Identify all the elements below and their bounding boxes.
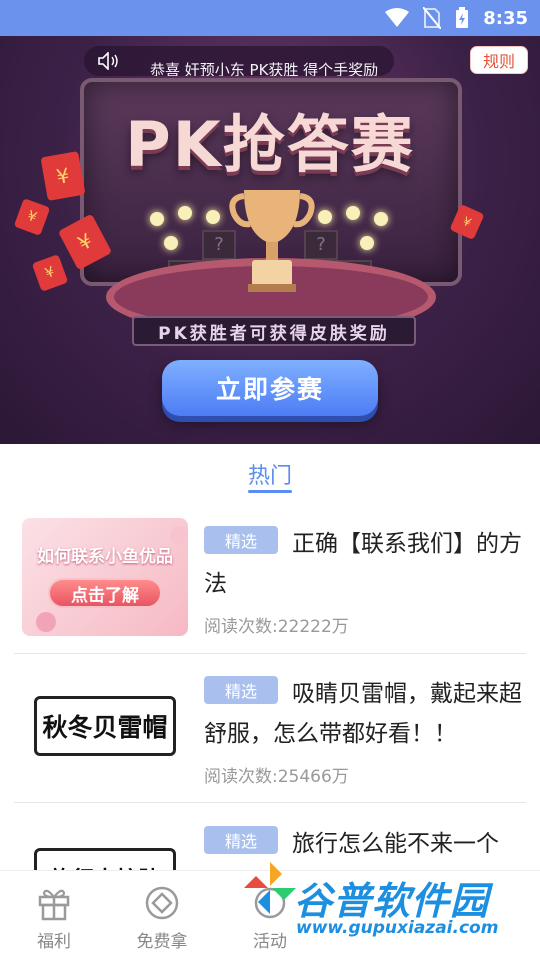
- thumbnail-cta: 点击了解: [48, 578, 162, 608]
- watermark-logo-icon: [244, 862, 296, 914]
- pk-quiz-banner[interactable]: 恭喜 奸预小东 PK获胜 得个手奖励 规则 PK抢答赛 ? ? ? ? ? ? …: [0, 36, 540, 444]
- watermark-url: www.gupuxiazai.com: [296, 918, 499, 938]
- decor-ball: [36, 612, 56, 632]
- speaker-icon: [98, 52, 118, 70]
- ticker-text: 恭喜 奸预小东 PK获胜 得个手奖励: [150, 60, 379, 77]
- article-title: 吸睛贝雷帽，戴起来超舒服，怎么带都好看！！: [204, 681, 522, 747]
- nav-item-welfare[interactable]: 福利: [0, 871, 108, 960]
- no-sim-icon: [423, 7, 442, 29]
- gift-icon: [38, 889, 70, 921]
- watermark-text: 谷普软件园: [294, 879, 490, 923]
- nav-item-free[interactable]: 免费拿: [108, 871, 216, 960]
- decor-ball: [170, 526, 188, 544]
- article-item[interactable]: 如何联系小鱼优品 点击了解 精选 正确【联系我们】的方法 阅读次数:22222万: [22, 518, 522, 640]
- status-time: 8:35: [483, 7, 528, 29]
- status-icons: 8:35: [385, 0, 528, 36]
- divider: [14, 653, 526, 654]
- divider: [14, 802, 526, 803]
- nav-label: 免费拿: [136, 932, 188, 952]
- article-item[interactable]: 秋冬贝雷帽 精选 吸睛贝雷帽，戴起来超舒服，怎么带都好看！！ 阅读次数:2546…: [22, 668, 522, 790]
- read-count: 阅读次数:25466万: [204, 767, 349, 787]
- watermark: 谷普软件园 www.gupuxiazai.com: [242, 858, 540, 960]
- winner-ticker: 恭喜 奸预小东 PK获胜 得个手奖励: [84, 46, 394, 76]
- article-thumbnail: 秋冬贝雷帽: [22, 668, 188, 786]
- nav-label: 福利: [37, 932, 71, 952]
- status-bar: 8:35: [0, 0, 540, 36]
- article-thumbnail: 如何联系小鱼优品 点击了解: [22, 518, 188, 636]
- read-count: 阅读次数:22222万: [204, 617, 349, 637]
- join-now-button[interactable]: 立即参赛: [162, 360, 378, 416]
- article-title: 正确【联系我们】的方法: [204, 531, 522, 597]
- wifi-icon: [385, 8, 410, 27]
- coin-icon: [145, 886, 179, 920]
- tab-hot-indicator: [248, 490, 292, 493]
- battery-charging-icon: [456, 7, 469, 28]
- trophy-icon: [229, 190, 315, 292]
- rules-button[interactable]: 规则: [470, 46, 528, 74]
- banner-subtitle: PK获胜者可获得皮肤奖励: [132, 316, 416, 346]
- thumbnail-title: 如何联系小鱼优品: [37, 547, 173, 567]
- thumbnail-sign: 秋冬贝雷帽: [34, 696, 176, 756]
